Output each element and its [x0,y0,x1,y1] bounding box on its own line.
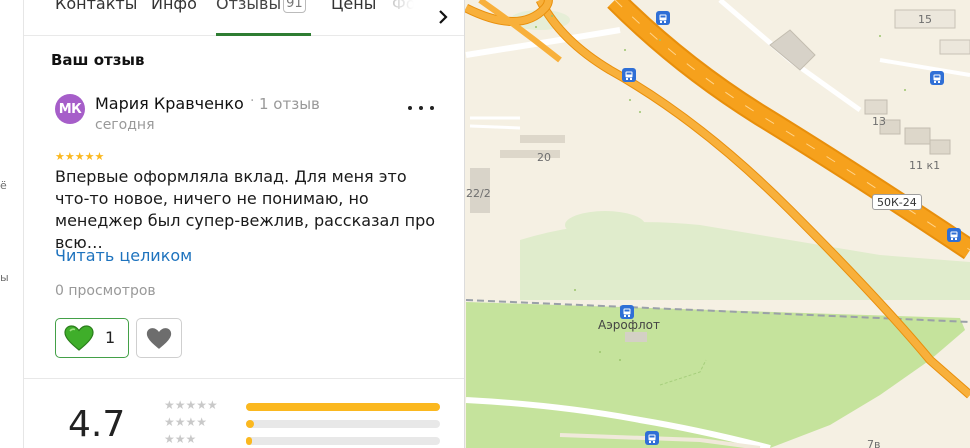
review-date: сегодня [95,117,155,133]
transit-stop-label[interactable]: Аэрофлот [598,318,660,332]
author-name[interactable]: Мария Кравченко [95,94,244,113]
tab-reviews-label: Отзывы [216,0,282,13]
like-count: 1 [105,328,116,347]
organization-panel: Контакты Инфо Отзывы91 Цены Фо Ваш отзыв… [24,0,465,448]
rating-bar-fill [246,403,440,411]
house-number: 11 к1 [909,159,941,172]
divider [24,378,464,379]
rating-bar-fill [246,437,252,445]
separator-dot: · [250,93,255,109]
average-rating: 4.7 [68,404,126,445]
dislike-button[interactable] [136,318,182,358]
review-text: Впервые оформляла вклад. Для меня это чт… [55,167,436,252]
bus-stop-icon[interactable] [645,431,659,445]
bus-stop-icon[interactable] [947,228,961,242]
active-tab-indicator [216,33,311,36]
like-button[interactable]: 1 [55,318,129,358]
read-more-link[interactable]: Читать целиком [55,246,192,265]
house-number: 22/2 [466,187,491,200]
house-number: 7в [867,438,881,448]
left-sidebar-strip: ё ы [0,0,24,448]
house-number: 20 [537,151,551,164]
tabs-scroll-right-button[interactable] [428,0,458,34]
more-options-icon[interactable] [408,98,434,118]
review-star-rating: ★★★★★ [55,150,105,163]
tab-reviews[interactable]: Отзывы 91 [216,0,306,13]
tab-bar: Контакты Инфо Отзывы91 Цены Фо [24,0,464,36]
bus-stop-icon[interactable] [656,11,670,25]
bus-stop-icon[interactable] [620,305,634,319]
bus-stop-icon[interactable] [622,68,636,82]
reviews-count-badge: 91 [283,0,306,13]
views-count: 0 просмотров [55,283,156,299]
chevron-right-icon [439,10,448,24]
rating-bar-fill [246,420,254,428]
rating-bar-track [246,403,440,411]
rating-row-stars: ★★★★★ [164,398,218,412]
avatar[interactable]: МК [55,94,85,124]
sidebar-text-fragment: ы [0,271,9,284]
rating-row-stars: ★★★★ [164,415,208,429]
house-number: 15 [918,13,932,26]
tab-info[interactable]: Инфо [151,0,197,13]
tab-prices[interactable]: Цены [331,0,376,13]
heart-icon [64,325,94,351]
section-title: Ваш отзыв [51,51,145,69]
road-number-badge: 50К-24 [872,194,922,210]
rating-bar-track [246,437,440,445]
house-number: 13 [872,115,886,128]
tab-contacts[interactable]: Контакты [55,0,137,13]
rating-bar-track [246,420,440,428]
sidebar-text-fragment: ё [0,179,7,192]
rating-row-stars: ★★★ [164,432,197,446]
heart-outline-icon [146,327,172,349]
author-review-count: 1 отзыв [259,95,320,113]
tab-fade [386,0,426,34]
bus-stop-icon[interactable] [930,71,944,85]
